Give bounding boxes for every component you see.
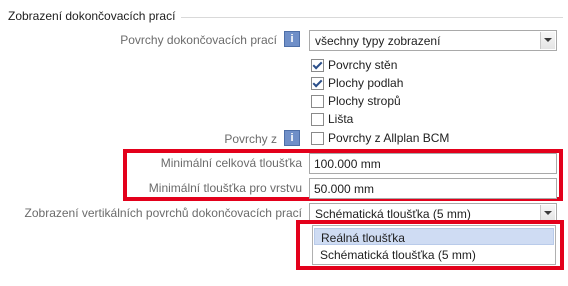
info-icon[interactable]: i <box>284 130 300 146</box>
min-layer-thickness-label: Minimální tloušťka pro vrstvu <box>148 181 302 195</box>
surfaces-label: Povrchy dokončovacích prací <box>120 33 277 47</box>
min-total-thickness-field[interactable] <box>310 154 556 173</box>
surfaces-type-value: všechny typy zobrazení <box>315 34 441 48</box>
checkbox-label: Plochy stropů <box>328 94 401 108</box>
min-total-thickness-input[interactable] <box>309 153 557 174</box>
checkbox-label: Povrchy stěn <box>328 58 398 72</box>
option-label: Schématická tloušťka (5 mm) <box>320 248 476 262</box>
checkbox-checked-icon[interactable] <box>311 59 324 72</box>
option-schematic-thickness[interactable]: Schématická tloušťka (5 mm) <box>314 246 554 263</box>
section-divider <box>181 17 563 18</box>
checkbox-unchecked-icon[interactable] <box>311 132 324 145</box>
checkbox-unchecked-icon[interactable] <box>311 113 324 126</box>
checkbox-label: Lišta <box>328 112 354 126</box>
chevron-down-icon[interactable] <box>540 32 555 49</box>
checkbox-checked-icon[interactable] <box>311 77 324 90</box>
min-layer-thickness-input[interactable] <box>309 178 557 199</box>
section-title: Zobrazení dokončovacích prací <box>8 9 176 23</box>
surfaces-from-label: Povrchy z <box>224 132 277 146</box>
vertical-display-options: Reálná tloušťka Schématická tloušťka (5 … <box>312 225 556 265</box>
checkbox-label: Povrchy z Allplan BCM <box>328 131 450 145</box>
vertical-display-label: Zobrazení vertikálních povrchů dokončova… <box>24 206 302 220</box>
surfaces-type-select[interactable]: všechny typy zobrazení <box>309 30 557 51</box>
chevron-down-icon[interactable] <box>540 205 555 221</box>
checkbox-label: Plochy podlah <box>328 76 404 90</box>
checkbox-unchecked-icon[interactable] <box>311 95 324 108</box>
min-layer-thickness-field[interactable] <box>310 179 556 198</box>
vertical-display-value: Schématická tloušťka (5 mm) <box>315 207 471 221</box>
min-total-thickness-label: Minimální celková tloušťka <box>160 156 302 170</box>
option-label: Reálná tloušťka <box>321 231 405 245</box>
option-real-thickness[interactable]: Reálná tloušťka <box>314 228 554 245</box>
info-icon[interactable]: i <box>284 31 300 47</box>
